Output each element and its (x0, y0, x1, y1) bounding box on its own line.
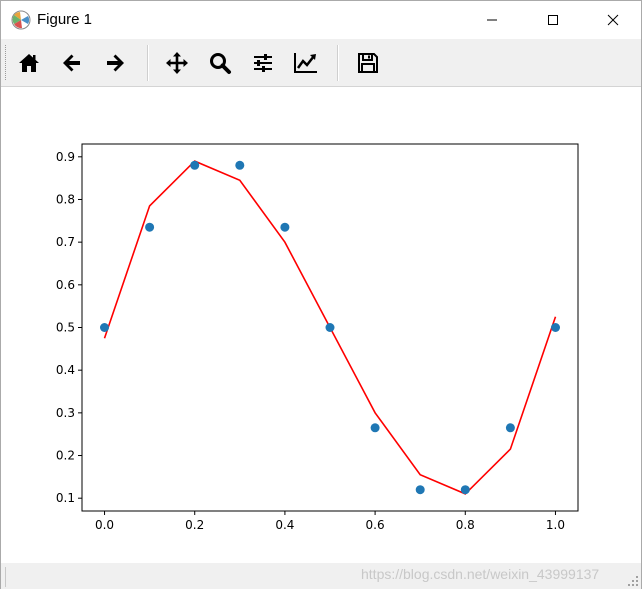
close-button[interactable] (590, 1, 636, 39)
x-axis-ticks: 0.0 0.2 0.4 0.6 0.8 1.0 (95, 511, 565, 532)
figure-canvas[interactable]: 0.0 0.2 0.4 0.6 0.8 1.0 0.1 0.2 0.3 0.4 0.5 0.6 0.7… (1, 87, 641, 563)
toolbar-grip[interactable] (5, 45, 9, 80)
data-point (415, 485, 425, 495)
x-tick-label: 0.0 (95, 518, 114, 532)
arrow-left-icon (63, 54, 80, 72)
y-tick-label: 0.6 (56, 278, 75, 292)
customize-button[interactable] (288, 45, 324, 81)
data-point (100, 323, 109, 332)
subplots-button[interactable] (245, 45, 281, 81)
data-point (551, 323, 560, 332)
minimize-icon (487, 19, 497, 21)
arrow-right-icon (107, 54, 124, 72)
window-title: Figure 1 (37, 11, 93, 28)
y-tick-label: 0.8 (56, 192, 75, 206)
y-tick-label: 0.5 (56, 321, 75, 335)
title-bar[interactable]: Figure 1 (1, 1, 641, 39)
data-point (190, 160, 200, 170)
y-tick-label: 0.3 (56, 406, 75, 420)
minimize-button[interactable] (469, 1, 515, 39)
y-tick-label: 0.1 (56, 491, 75, 505)
watermark-text: https://blog.csdn.net/weixin_43999137 (361, 566, 600, 582)
x-tick-label: 0.8 (456, 518, 475, 532)
data-point (460, 485, 470, 495)
close-icon (607, 14, 619, 26)
resize-grip-icon[interactable] (627, 575, 639, 587)
data-point (505, 423, 515, 433)
x-tick-label: 0.6 (366, 518, 385, 532)
data-point (370, 423, 380, 433)
y-tick-label: 0.7 (56, 235, 75, 249)
y-tick-label: 0.9 (56, 150, 75, 164)
matplotlib-logo-icon (11, 10, 31, 30)
toolbar-separator (147, 45, 149, 81)
home-button[interactable] (11, 45, 47, 81)
data-point (325, 323, 335, 332)
status-grip (5, 567, 8, 587)
figure-window: Figure 1 0.0 0.2 0.4 0.6 0.8 1.0 0.1 0.2… (0, 0, 642, 589)
magnifier-icon (210, 53, 231, 74)
pan-button[interactable] (159, 45, 195, 81)
maximize-button[interactable] (530, 1, 576, 39)
y-axis-ticks: 0.1 0.2 0.3 0.4 0.5 0.6 0.7 0.8 0.9 (56, 150, 82, 505)
sliders-icon (254, 54, 272, 72)
line-scatter-chart[interactable]: 0.0 0.2 0.4 0.6 0.8 1.0 0.1 0.2 0.3 0.4 0.5 0.6 0.7… (1, 87, 641, 563)
zoom-button[interactable] (202, 45, 238, 81)
data-points-series (100, 160, 560, 495)
x-tick-label: 0.2 (185, 518, 204, 532)
forward-button[interactable] (97, 45, 133, 81)
toolbar-separator (337, 45, 339, 81)
move-icon (166, 52, 188, 74)
maximize-icon (548, 15, 558, 25)
home-icon (19, 54, 39, 72)
floppy-disk-icon (358, 53, 378, 73)
back-button[interactable] (54, 45, 90, 81)
data-point (235, 160, 245, 170)
save-button[interactable] (350, 45, 386, 81)
navigation-toolbar (1, 39, 641, 87)
data-point (145, 222, 155, 232)
x-tick-label: 1.0 (546, 518, 565, 532)
x-tick-label: 0.4 (275, 518, 294, 532)
data-point (280, 222, 290, 232)
line-chart-icon (294, 53, 317, 73)
y-tick-label: 0.2 (56, 449, 75, 463)
y-tick-label: 0.4 (56, 363, 75, 377)
